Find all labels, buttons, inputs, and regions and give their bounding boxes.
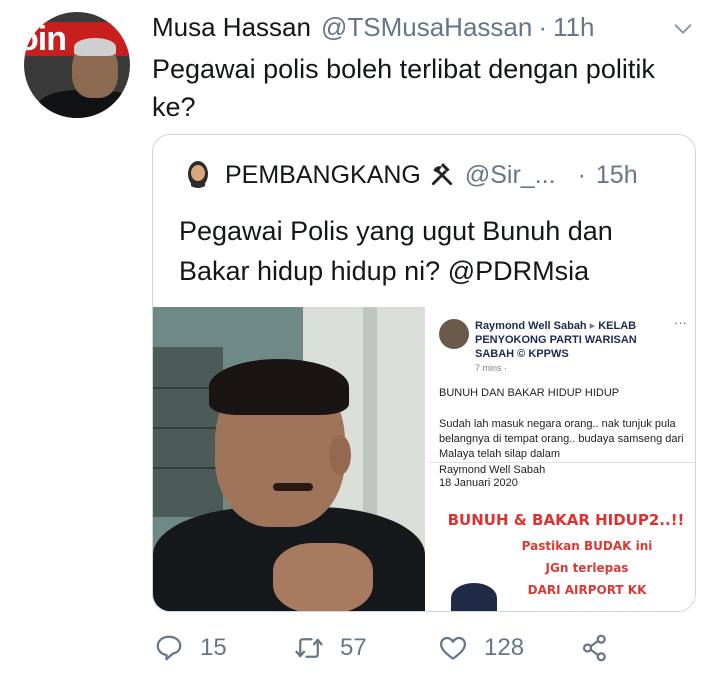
reply-icon bbox=[156, 635, 182, 661]
quoted-tweet[interactable]: PEMBANGKANG @Sir_... · 15h Pegawai Polis… bbox=[152, 134, 696, 612]
tweet-header: Musa Hassan @TSMusaHassan · 11h bbox=[152, 12, 702, 42]
quoted-tweet-time[interactable]: 15h bbox=[596, 161, 638, 190]
photo-lockers bbox=[153, 347, 223, 517]
quoted-photo-facebook-post[interactable]: Raymond Well Sabah ▸ KELAB PENYOKONG PARTI… bbox=[429, 307, 695, 611]
tweet-time[interactable]: 11h bbox=[553, 12, 594, 43]
author-name[interactable]: Musa Hassan bbox=[152, 12, 311, 43]
quoted-photo-officer[interactable] bbox=[153, 307, 425, 611]
author-avatar[interactable]: oin bbox=[24, 12, 130, 118]
retweet-button[interactable]: 57 bbox=[294, 628, 367, 668]
photo-hair bbox=[209, 359, 349, 415]
locker-divider bbox=[153, 467, 223, 469]
share-button[interactable] bbox=[580, 628, 610, 668]
chevron-down-icon[interactable] bbox=[672, 18, 694, 40]
tweet-text: Pegawai polis boleh terlibat dengan poli… bbox=[152, 54, 655, 122]
quoted-author-name[interactable]: PEMBANGKANG bbox=[225, 161, 421, 190]
fb-group-abbrev: KPPWS bbox=[528, 348, 569, 360]
author-handle[interactable]: @TSMusaHassan bbox=[321, 12, 532, 43]
like-icon bbox=[440, 636, 466, 660]
fb-signature-date: 18 Januari 2020 bbox=[439, 477, 518, 489]
fb-more-icon: ··· bbox=[674, 315, 687, 330]
reply-button[interactable]: 15 bbox=[154, 628, 227, 668]
retweet-icon bbox=[295, 638, 323, 658]
fb-banner-photo bbox=[451, 583, 497, 611]
avatar-banner-text: oin bbox=[24, 20, 67, 58]
reply-count: 15 bbox=[200, 634, 227, 661]
quoted-author-handle[interactable]: @Sir_... bbox=[465, 161, 556, 190]
retweet-count: 57 bbox=[340, 634, 367, 661]
fb-post-headline: BUNUH DAN BAKAR HIDUP HIDUP bbox=[439, 387, 620, 399]
avatar-hair bbox=[74, 38, 116, 56]
locker-divider bbox=[153, 427, 223, 429]
fb-post-body: Sudah lah masuk negara orang.. nak tunju… bbox=[439, 418, 684, 460]
photo-moustache bbox=[273, 483, 313, 491]
tweet-actions: 15 57 128 bbox=[152, 628, 672, 668]
photo-hand bbox=[273, 543, 373, 611]
fb-arrow: ▸ bbox=[589, 320, 596, 332]
fb-post-meta: 7 mins · bbox=[475, 363, 508, 373]
hammer-pick-icon bbox=[431, 163, 452, 186]
fb-banner-line: JGn terlepas bbox=[545, 561, 629, 575]
fb-signature-name: Raymond Well Sabah bbox=[439, 464, 546, 476]
share-icon bbox=[582, 634, 606, 662]
fb-poster-avatar bbox=[439, 319, 469, 349]
fb-banner-line: DARI AIRPORT KK bbox=[527, 583, 647, 597]
header-separator: · bbox=[538, 12, 547, 42]
quoted-tweet-text: Pegawai Polis yang ugut Bunuh dan Bakar … bbox=[179, 216, 613, 286]
quoted-author-avatar[interactable] bbox=[183, 160, 213, 190]
quoted-tweet-header: PEMBANGKANG @Sir_... · 15h bbox=[183, 157, 675, 193]
fb-post-header: Raymond Well Sabah ▸ KELAB PENYOKONG PARTI… bbox=[475, 320, 637, 360]
like-count: 128 bbox=[484, 634, 525, 661]
fb-banner-line: Pastikan BUDAK ini bbox=[521, 539, 653, 553]
fb-banner-title: BUNUH & BAKAR HIDUP2..!! bbox=[447, 511, 685, 529]
like-button[interactable]: 128 bbox=[438, 628, 524, 668]
quoted-header-separator: · bbox=[577, 160, 586, 189]
photo-ear bbox=[329, 435, 351, 475]
fb-poster-name: Raymond Well Sabah bbox=[475, 320, 587, 332]
